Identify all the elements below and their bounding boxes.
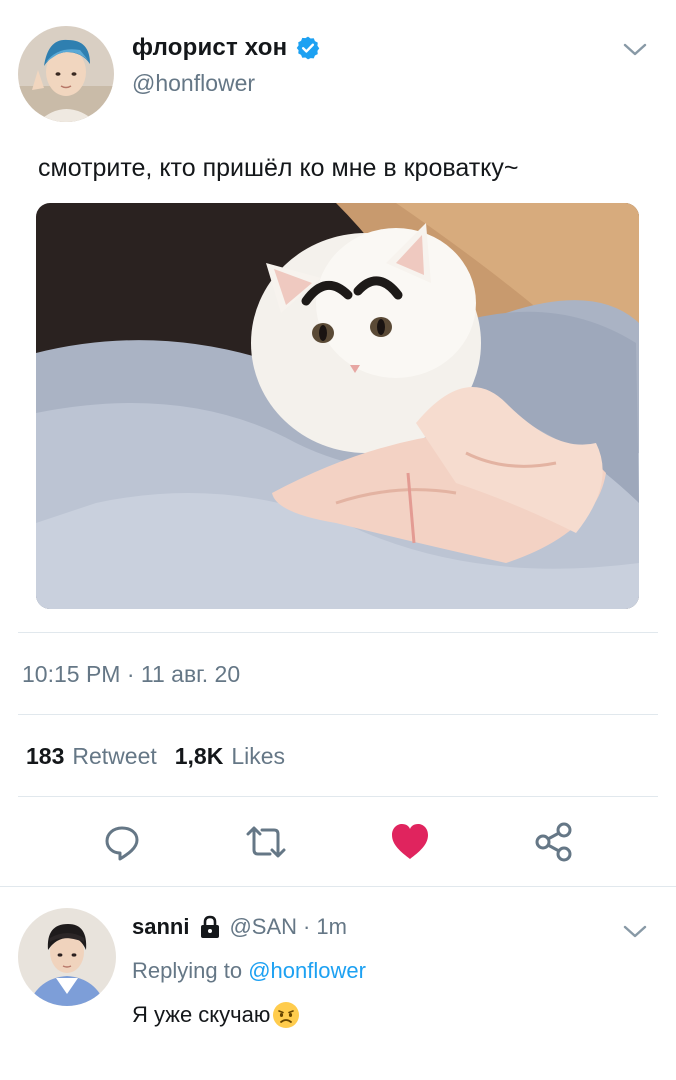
replying-to-line: Replying to @honflower <box>132 958 366 984</box>
reply-timestamp: 1m <box>316 914 347 939</box>
reply-text: Я уже скучаю <box>132 1002 271 1027</box>
share-button[interactable] <box>530 816 578 868</box>
tweet-timestamp[interactable]: 10:15 PM · 11 авг. 20 <box>22 661 240 688</box>
reply-header: sanni @SAN · 1m <box>132 914 347 940</box>
reply-text-row: Я уже скучаю <box>132 1000 301 1030</box>
divider <box>0 886 676 887</box>
divider <box>18 632 658 633</box>
reply-handle[interactable]: @SAN <box>229 914 297 940</box>
verified-badge-icon <box>295 35 321 61</box>
author-display-name[interactable]: флорист хон <box>132 34 287 62</box>
author-handle[interactable]: @honflower <box>132 70 255 97</box>
retweet-count[interactable]: 183 <box>26 743 64 770</box>
like-button[interactable] <box>386 816 434 868</box>
chevron-down-icon[interactable] <box>622 42 648 58</box>
separator-dot: · <box>303 914 311 939</box>
tweet-stats: 183 Retweet 1,8K Likes <box>26 743 303 770</box>
likes-label[interactable]: Likes <box>231 743 285 770</box>
retweet-button[interactable] <box>242 816 290 868</box>
disappointed-face-icon <box>271 1000 301 1030</box>
author-avatar-image <box>18 26 114 122</box>
heart-icon <box>392 824 428 859</box>
tweet-photo[interactable] <box>36 203 639 609</box>
reply-tweet[interactable]: sanni @SAN · 1m Replying to @honflower Я… <box>0 890 676 1080</box>
tweet-text: смотрите, кто пришёл ко мне в кроватку~ <box>38 154 519 182</box>
reply-avatar-image <box>18 908 116 1006</box>
comment-icon <box>105 826 139 861</box>
reply-author-avatar[interactable] <box>18 908 116 1006</box>
lock-icon <box>197 914 223 940</box>
replying-to-link[interactable]: @honflower <box>248 958 366 983</box>
replying-to-prefix: Replying to <box>132 958 243 983</box>
retweet-label[interactable]: Retweet <box>72 743 156 770</box>
reply-button[interactable] <box>98 816 146 868</box>
share-icon <box>535 822 572 862</box>
divider <box>18 796 658 797</box>
reply-display-name[interactable]: sanni <box>132 914 189 940</box>
photo-cat-on-bed-image <box>36 203 639 609</box>
author-avatar[interactable] <box>18 26 114 122</box>
tweet-header: флорист хон @honflower <box>18 26 658 126</box>
likes-count[interactable]: 1,8K <box>175 743 224 770</box>
tweet-action-bar <box>0 816 676 872</box>
author-name-row: флорист хон <box>132 34 321 62</box>
divider <box>18 714 658 715</box>
retweet-icon <box>246 826 286 858</box>
chevron-down-icon[interactable] <box>622 924 648 940</box>
